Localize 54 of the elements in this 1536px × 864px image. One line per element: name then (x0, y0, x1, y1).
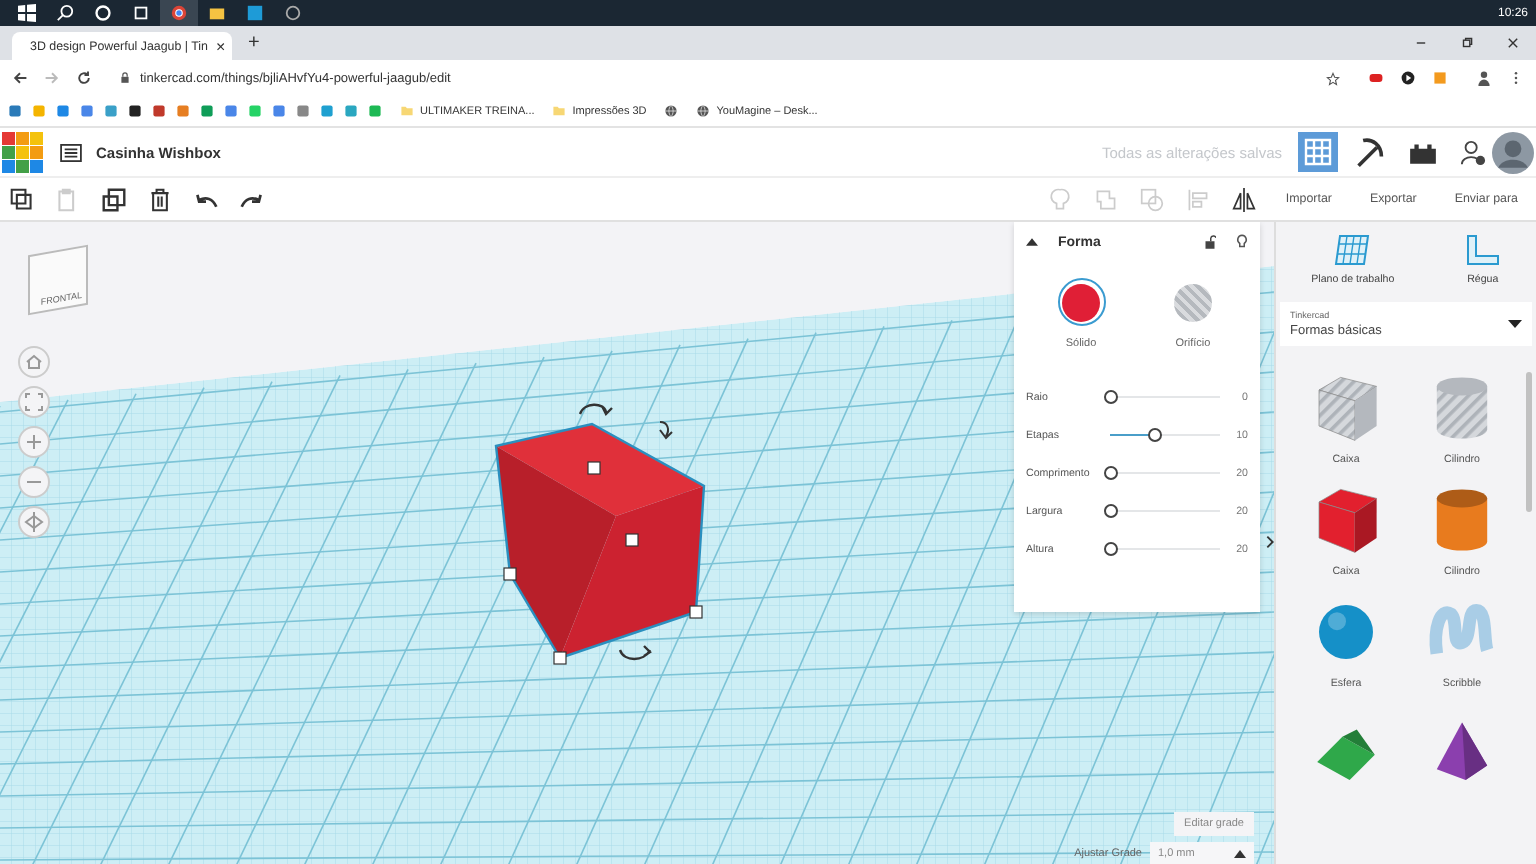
avatar-icon[interactable] (1492, 131, 1534, 173)
slider-thumb[interactable] (1104, 390, 1118, 404)
resize-handle[interactable] (587, 461, 601, 475)
zoom-in-icon[interactable] (18, 426, 50, 458)
resize-handle[interactable] (625, 533, 639, 547)
collapse-panel-chevron-icon[interactable] (1266, 534, 1274, 550)
globe-icon (664, 104, 679, 118)
new-tab-button[interactable]: + (232, 32, 276, 54)
add-user-icon[interactable] (1460, 139, 1486, 165)
slider-thumb[interactable] (1104, 542, 1118, 556)
back-icon[interactable] (12, 70, 28, 86)
solid-color-swatch[interactable] (1057, 278, 1105, 326)
caret-icon (1234, 849, 1246, 857)
home-icon[interactable] (18, 346, 50, 378)
reload-icon[interactable] (76, 70, 92, 86)
workplane-icon (1334, 234, 1371, 266)
resize-handle[interactable] (503, 567, 517, 581)
caret-icon (1508, 320, 1522, 328)
play-icon[interactable] (1400, 70, 1416, 86)
design-list-icon[interactable] (60, 143, 82, 161)
resize-handle[interactable] (553, 651, 567, 665)
rotate-handle-icon[interactable] (618, 644, 652, 661)
rotate-handle-icon[interactable] (578, 403, 614, 416)
copy-icon[interactable] (10, 187, 34, 211)
resize-handle[interactable] (689, 605, 703, 619)
rotate-handle-icon[interactable] (659, 421, 673, 439)
cube[interactable] (494, 422, 706, 660)
zoom-out-icon[interactable] (18, 466, 50, 498)
unlock-icon[interactable] (1204, 234, 1216, 250)
tab-close-button[interactable]: × (215, 37, 226, 55)
grid-icon (1304, 138, 1332, 166)
globe-icon (696, 104, 711, 118)
fit-view-icon[interactable] (18, 386, 50, 418)
perspective-icon[interactable] (18, 506, 50, 538)
folder-icon (552, 104, 567, 118)
3d-view-button[interactable] (1298, 132, 1338, 172)
slider-thumb[interactable] (1104, 466, 1118, 480)
star-icon[interactable] (1326, 71, 1340, 85)
lock-icon (120, 72, 130, 84)
bulb-icon[interactable] (1236, 234, 1248, 250)
slider-thumb[interactable] (1104, 504, 1118, 518)
delete-icon[interactable] (148, 187, 172, 211)
collapse-caret-icon[interactable] (1026, 238, 1038, 246)
folder-icon (400, 104, 414, 118)
slider-thumb[interactable] (1148, 428, 1162, 442)
extension-icon[interactable] (1368, 70, 1384, 86)
duplicate-icon[interactable] (102, 187, 126, 211)
pickaxe-icon (1354, 136, 1386, 168)
avatar-icon[interactable] (1476, 70, 1492, 86)
tinkercad-logo[interactable] (2, 131, 44, 173)
ruler-icon (1464, 234, 1501, 266)
bookmark[interactable] (664, 104, 679, 118)
chrome-icon[interactable] (160, 0, 198, 26)
mirror-icon[interactable] (1231, 187, 1256, 211)
